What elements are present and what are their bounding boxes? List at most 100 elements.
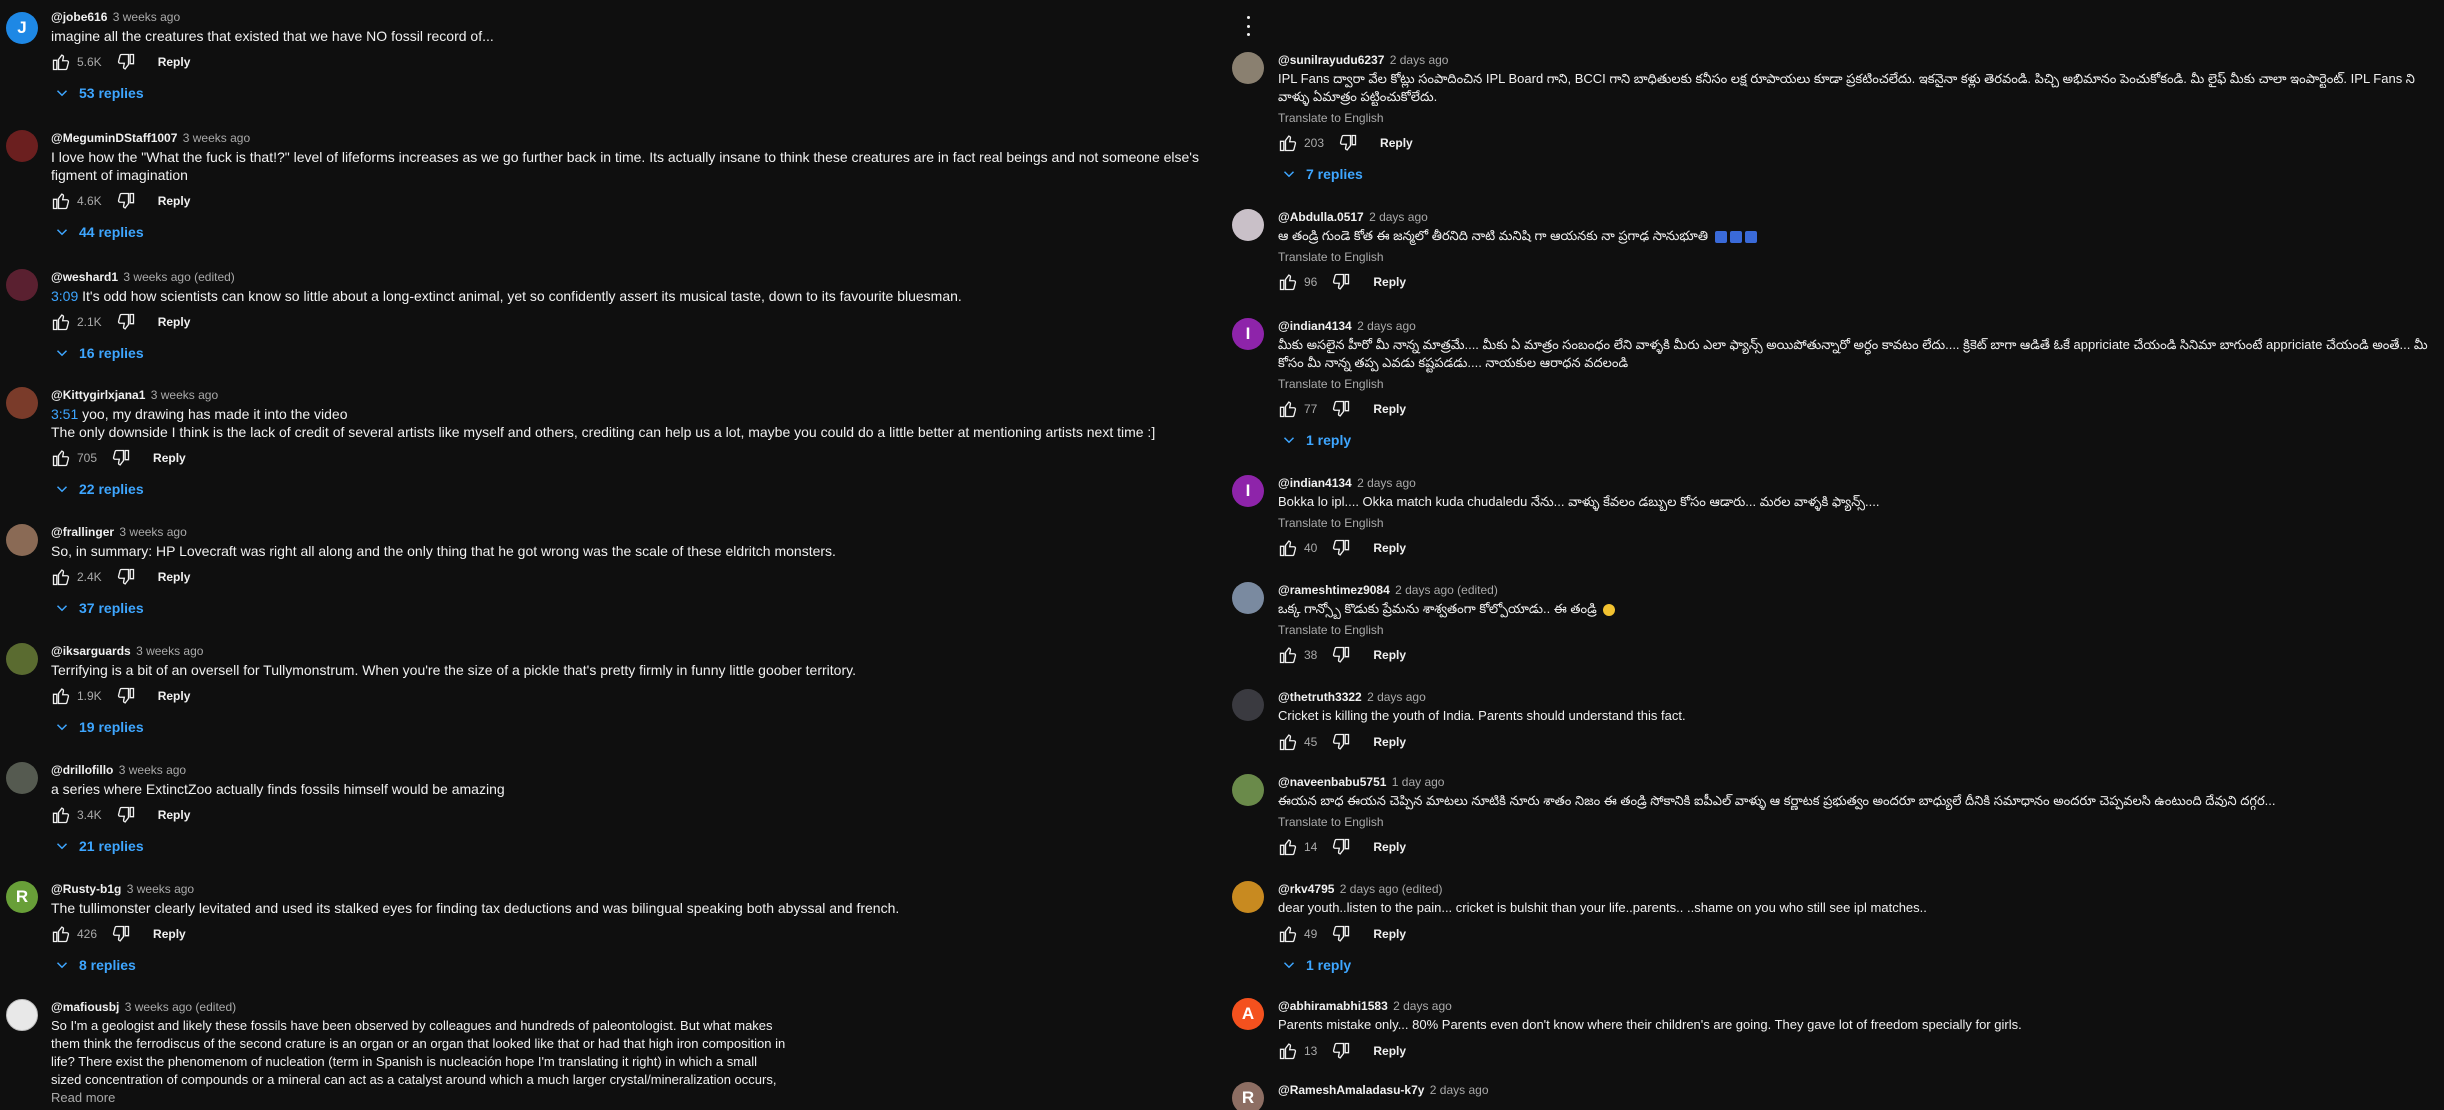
reply-button[interactable]: Reply — [1373, 541, 1406, 555]
view-replies-button[interactable]: 53 replies — [51, 82, 1230, 104]
reply-button[interactable]: Reply — [153, 451, 186, 465]
dislike-button[interactable] — [1331, 645, 1351, 665]
like-button[interactable] — [1278, 645, 1298, 665]
like-button[interactable] — [1278, 732, 1298, 752]
avatar[interactable]: I — [1232, 318, 1264, 350]
like-button[interactable] — [51, 924, 71, 944]
reply-button[interactable]: Reply — [1373, 1044, 1406, 1058]
comment-author[interactable]: @indian4134 — [1278, 319, 1352, 333]
translate-button[interactable]: Translate to English — [1278, 110, 2444, 126]
like-button[interactable] — [51, 805, 71, 825]
avatar[interactable] — [6, 643, 38, 675]
like-button[interactable] — [1278, 538, 1298, 558]
comment-author[interactable]: @naveenbabu5751 — [1278, 775, 1386, 789]
comment-time[interactable]: 3 weeks ago (edited) — [125, 1000, 236, 1014]
dislike-button[interactable] — [116, 686, 136, 706]
avatar[interactable] — [1232, 582, 1264, 614]
comment-author[interactable]: @drillofillo — [51, 763, 113, 777]
video-timestamp-link[interactable]: 3:09 — [51, 288, 78, 304]
comment-author[interactable]: @Abdulla.0517 — [1278, 210, 1364, 224]
avatar[interactable]: R — [1232, 1082, 1264, 1110]
like-button[interactable] — [51, 448, 71, 468]
comment-author[interactable]: @thetruth3322 — [1278, 690, 1362, 704]
reply-button[interactable]: Reply — [1373, 648, 1406, 662]
like-button[interactable] — [51, 52, 71, 72]
translate-button[interactable]: Translate to English — [1278, 249, 2444, 265]
comment-time[interactable]: 3 weeks ago — [119, 525, 186, 539]
dislike-button[interactable] — [1331, 837, 1351, 857]
dislike-button[interactable] — [1331, 924, 1351, 944]
dislike-button[interactable] — [1331, 399, 1351, 419]
comment-time[interactable]: 1 day ago — [1392, 775, 1445, 789]
comment-time[interactable]: 2 days ago — [1390, 53, 1449, 67]
avatar[interactable] — [6, 762, 38, 794]
comment-time[interactable]: 2 days ago — [1430, 1083, 1489, 1097]
avatar[interactable] — [1232, 689, 1264, 721]
translate-button[interactable]: Translate to English — [1278, 376, 2444, 392]
like-button[interactable] — [1278, 924, 1298, 944]
view-replies-button[interactable]: 37 replies — [51, 597, 1230, 619]
like-button[interactable] — [1278, 272, 1298, 292]
comment-time[interactable]: 3 weeks ago (edited) — [123, 270, 234, 284]
dislike-button[interactable] — [116, 52, 136, 72]
comment-author[interactable]: @weshard1 — [51, 270, 118, 284]
view-replies-button[interactable]: 8 replies — [51, 954, 1230, 976]
reply-button[interactable]: Reply — [158, 55, 191, 69]
view-replies-button[interactable]: 22 replies — [51, 478, 1230, 500]
avatar[interactable] — [6, 130, 38, 162]
reply-button[interactable]: Reply — [158, 570, 191, 584]
dislike-button[interactable] — [1331, 538, 1351, 558]
reply-button[interactable]: Reply — [158, 689, 191, 703]
like-button[interactable] — [51, 191, 71, 211]
avatar[interactable] — [1232, 52, 1264, 84]
comment-author[interactable]: @MeguminDStaff1007 — [51, 131, 177, 145]
comment-author[interactable]: @rkv4795 — [1278, 882, 1334, 896]
like-button[interactable] — [51, 312, 71, 332]
dislike-button[interactable] — [116, 567, 136, 587]
comment-author[interactable]: @indian4134 — [1278, 476, 1352, 490]
comment-author[interactable]: @sunilrayudu6237 — [1278, 53, 1384, 67]
reply-button[interactable]: Reply — [1373, 840, 1406, 854]
comment-author[interactable]: @frallinger — [51, 525, 114, 539]
view-replies-button[interactable]: 1 reply — [1278, 429, 2444, 451]
avatar[interactable] — [1232, 209, 1264, 241]
reply-button[interactable]: Reply — [153, 927, 186, 941]
comment-author[interactable]: @mafiousbj — [51, 1000, 119, 1014]
like-button[interactable] — [1278, 1041, 1298, 1061]
dislike-button[interactable] — [1331, 1041, 1351, 1061]
translate-button[interactable]: Translate to English — [1278, 515, 2444, 531]
dislike-button[interactable] — [116, 191, 136, 211]
right-comments-pane[interactable]: @sunilrayudu6237 2 days ago IPL Fans ద్వ… — [1228, 0, 2444, 1110]
comment-time[interactable]: 2 days ago — [1393, 999, 1452, 1013]
avatar[interactable] — [6, 524, 38, 556]
reply-button[interactable]: Reply — [158, 315, 191, 329]
translate-button[interactable]: Translate to English — [1278, 622, 2444, 638]
comment-time[interactable]: 2 days ago — [1369, 210, 1428, 224]
view-replies-button[interactable]: 7 replies — [1278, 163, 2444, 185]
avatar[interactable] — [6, 387, 38, 419]
avatar[interactable] — [6, 269, 38, 301]
reply-button[interactable]: Reply — [158, 194, 191, 208]
comment-time[interactable]: 2 days ago — [1357, 319, 1416, 333]
comment-time[interactable]: 3 weeks ago — [127, 882, 194, 896]
like-button[interactable] — [51, 567, 71, 587]
avatar[interactable] — [6, 999, 38, 1031]
avatar[interactable]: R — [6, 881, 38, 913]
translate-button[interactable]: Translate to English — [1278, 814, 2444, 830]
video-timestamp-link[interactable]: 3:51 — [51, 406, 78, 422]
comment-author[interactable]: @rameshtimez9084 — [1278, 583, 1390, 597]
dislike-button[interactable] — [116, 805, 136, 825]
view-replies-button[interactable]: 44 replies — [51, 221, 1230, 243]
comment-time[interactable]: 3 weeks ago — [151, 388, 218, 402]
comment-time[interactable]: 2 days ago — [1367, 690, 1426, 704]
avatar[interactable] — [1232, 881, 1264, 913]
reply-button[interactable]: Reply — [1380, 136, 1413, 150]
reply-button[interactable]: Reply — [1373, 275, 1406, 289]
like-button[interactable] — [1278, 399, 1298, 419]
comment-time[interactable]: 3 weeks ago — [113, 10, 180, 24]
comment-time[interactable]: 3 weeks ago — [119, 763, 186, 777]
dislike-button[interactable] — [111, 924, 131, 944]
comment-author[interactable]: @Rusty-b1g — [51, 882, 121, 896]
dislike-button[interactable] — [1331, 732, 1351, 752]
read-more-button[interactable]: Read more — [51, 1090, 790, 1105]
